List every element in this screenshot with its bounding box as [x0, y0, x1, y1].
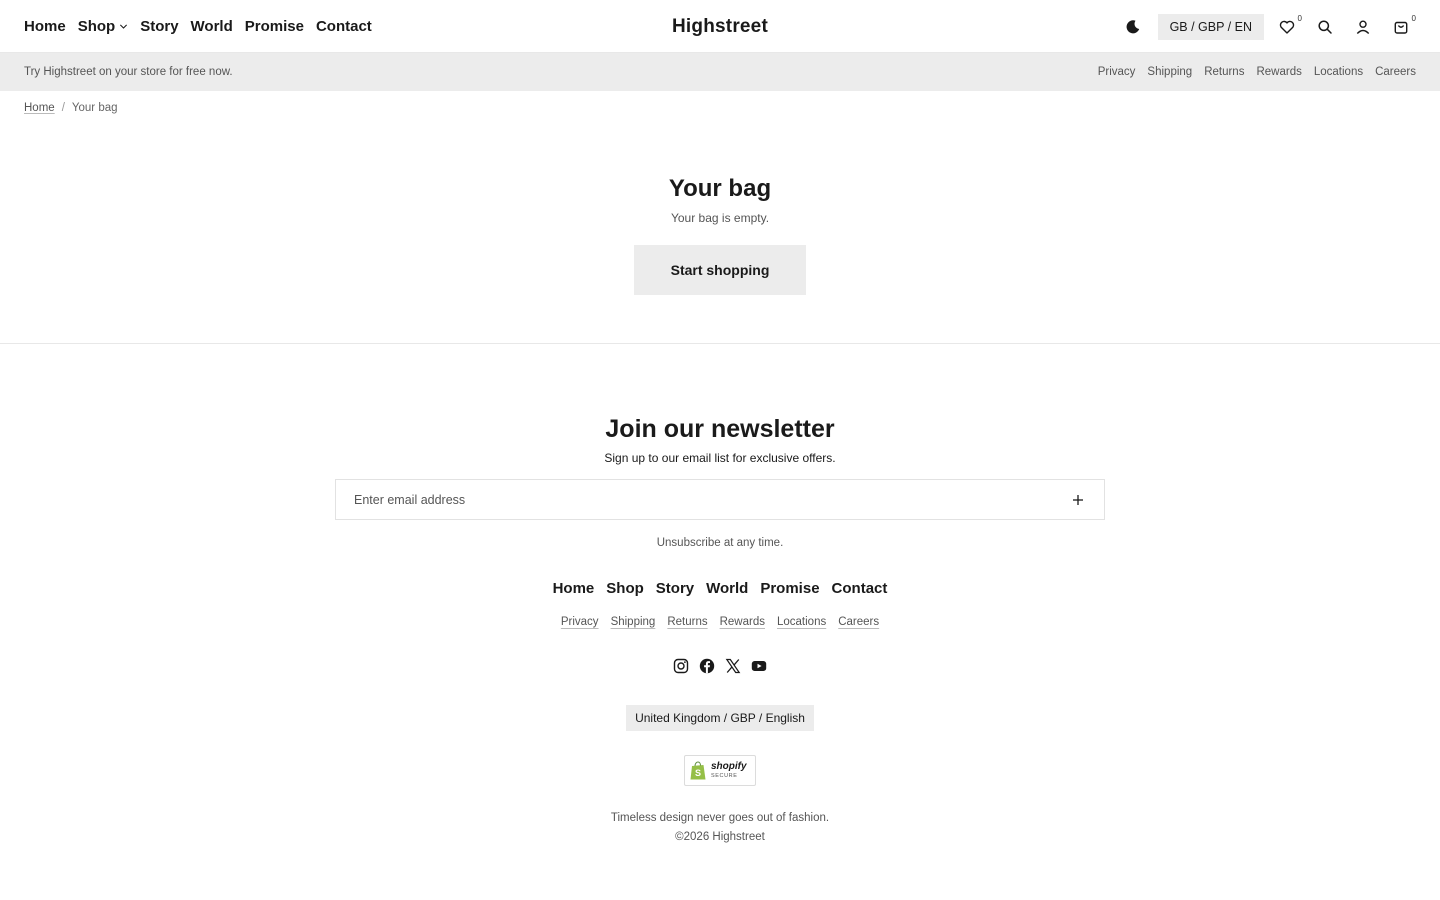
main-nav: Home Shop Story World Promise Contact: [24, 0, 372, 53]
utility-links: Privacy Shipping Returns Rewards Locatio…: [1098, 66, 1416, 78]
nav-home[interactable]: Home: [24, 18, 66, 35]
user-icon: [1356, 19, 1370, 34]
footer-links: Privacy Shipping Returns Rewards Locatio…: [0, 616, 1440, 628]
nav-shop[interactable]: Shop: [78, 18, 129, 35]
announcement-text: Try Highstreet on your store for free no…: [24, 66, 233, 78]
shopify-secure-label: SECURE: [711, 772, 738, 779]
newsletter-title: Join our newsletter: [605, 415, 835, 443]
brand-logo[interactable]: Highstreet: [672, 16, 768, 38]
heart-icon: [1279, 20, 1295, 34]
cart-button[interactable]: 0: [1382, 8, 1420, 46]
utility-link-careers[interactable]: Careers: [1375, 66, 1416, 78]
youtube-icon[interactable]: [751, 658, 767, 674]
newsletter-subtitle: Sign up to our email list for exclusive …: [604, 451, 836, 465]
unsubscribe-note: Unsubscribe at any time.: [656, 537, 784, 549]
footer-tagline: Timeless design never goes out of fashio…: [610, 812, 830, 824]
header-actions: GB / GBP / EN 0 0: [1114, 0, 1420, 53]
nav-shop-label: Shop: [77, 18, 116, 35]
facebook-icon[interactable]: [699, 658, 715, 674]
breadcrumb-separator: /: [61, 102, 65, 114]
shopify-bag-icon: S: [690, 760, 706, 779]
chevron-down-icon: [120, 24, 128, 29]
utility-link-returns[interactable]: Returns: [1204, 66, 1244, 78]
locale-selector[interactable]: GB / GBP / EN: [1157, 13, 1264, 40]
footer-nav-story[interactable]: Story: [656, 580, 694, 597]
wishlist-button[interactable]: 0: [1268, 8, 1306, 46]
social-links: [0, 658, 1440, 674]
search-icon: [1318, 19, 1332, 34]
account-button[interactable]: [1344, 8, 1382, 46]
utility-link-shipping[interactable]: Shipping: [1147, 66, 1192, 78]
footer-link-careers[interactable]: Careers: [838, 616, 879, 628]
shopify-wordmark: shopify: [711, 760, 747, 772]
footer-nav-world[interactable]: World: [706, 580, 748, 597]
nav-story[interactable]: Story: [140, 18, 178, 35]
nav-world[interactable]: World: [191, 18, 233, 35]
nav-contact[interactable]: Contact: [316, 18, 372, 35]
email-field[interactable]: [354, 492, 1070, 507]
footer-nav: Home Shop Story World Promise Contact: [0, 580, 1440, 597]
footer-nav-shop[interactable]: Shop: [606, 580, 644, 597]
nav-promise[interactable]: Promise: [245, 18, 304, 35]
footer-link-locations[interactable]: Locations: [777, 616, 826, 628]
utility-link-rewards[interactable]: Rewards: [1256, 66, 1301, 78]
footer-link-rewards[interactable]: Rewards: [720, 616, 765, 628]
start-shopping-button[interactable]: Start shopping: [634, 245, 806, 295]
dark-mode-toggle[interactable]: [1114, 8, 1152, 46]
footer-link-privacy[interactable]: Privacy: [561, 616, 599, 628]
page-title: Your bag: [668, 175, 772, 202]
instagram-icon[interactable]: [673, 658, 689, 674]
breadcrumb: Home / Your bag: [24, 102, 118, 114]
footer-nav-home[interactable]: Home: [553, 580, 595, 597]
breadcrumb-current: Your bag: [71, 102, 118, 114]
empty-cart-message: Your bag is empty.: [670, 211, 770, 225]
search-button[interactable]: [1306, 8, 1344, 46]
site-header: Home Shop Story World Promise Contact Hi…: [0, 0, 1440, 53]
utility-link-locations[interactable]: Locations: [1314, 66, 1363, 78]
footer-link-shipping[interactable]: Shipping: [611, 616, 656, 628]
moon-icon: [1126, 19, 1139, 33]
shopify-secure-badge: S shopify SECURE: [684, 755, 756, 786]
wishlist-count: 0: [1297, 13, 1302, 23]
footer-nav-promise[interactable]: Promise: [760, 580, 819, 597]
utility-link-privacy[interactable]: Privacy: [1098, 66, 1136, 78]
subscribe-button[interactable]: [1070, 492, 1086, 508]
plus-icon: [1073, 494, 1083, 505]
newsletter-form: [335, 479, 1105, 520]
shopify-badge-text: shopify SECURE: [711, 760, 747, 780]
copyright: ©2026 Highstreet: [675, 831, 765, 843]
footer-link-returns[interactable]: Returns: [667, 616, 707, 628]
bag-icon: [1394, 21, 1408, 34]
x-icon[interactable]: [725, 658, 741, 674]
cart-count: 0: [1411, 13, 1416, 23]
footer-nav-contact[interactable]: Contact: [832, 580, 888, 597]
section-divider: [0, 343, 1440, 344]
footer-locale-selector[interactable]: United Kingdom / GBP / English: [626, 705, 814, 731]
breadcrumb-home[interactable]: Home: [24, 102, 55, 114]
svg-text:S: S: [695, 768, 701, 778]
announcement-bar: Try Highstreet on your store for free no…: [0, 53, 1440, 91]
